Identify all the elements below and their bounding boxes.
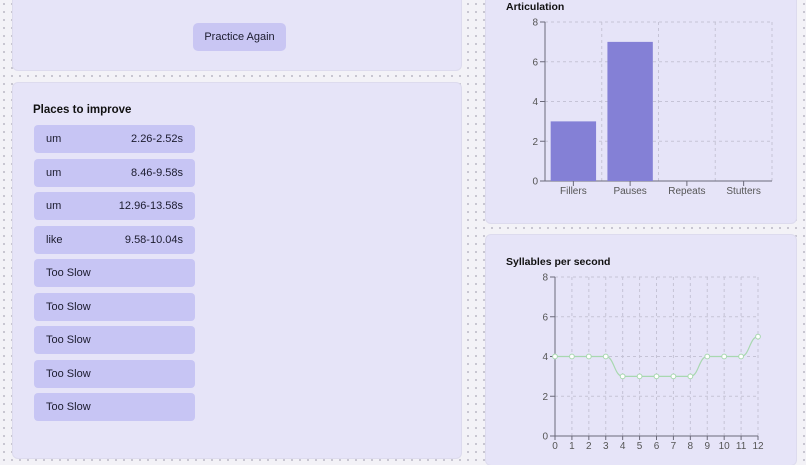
issue-item[interactable]: Too Slow <box>34 393 195 421</box>
issue-time: 12.96-13.58s <box>118 200 183 212</box>
x-category-label: Fillers <box>560 186 587 197</box>
y-tick-label: 8 <box>542 273 548 284</box>
bar-pauses <box>607 41 653 181</box>
issue-word: Too Slow <box>46 267 91 279</box>
x-category-label: Repeats <box>668 186 705 197</box>
issue-word: um <box>46 200 62 212</box>
issue-word: Too Slow <box>46 367 91 380</box>
issue-item[interactable]: um 2.26-2.52s <box>34 125 195 153</box>
y-tick-label: 2 <box>542 392 548 403</box>
issue-item[interactable]: Too Slow <box>34 259 195 287</box>
issue-word: Too Slow <box>46 334 91 346</box>
issue-item[interactable]: um 8.46-9.58s <box>34 158 195 187</box>
data-point <box>552 353 558 360</box>
issue-item[interactable]: Too Slow <box>34 326 195 354</box>
issue-word: um <box>46 133 62 145</box>
issue-word: Too Slow <box>46 300 91 313</box>
issue-time: 8.46-9.58s <box>131 166 183 179</box>
issue-word: um <box>46 166 62 179</box>
issue-time: 2.26-2.52s <box>131 133 183 145</box>
data-point <box>569 353 575 360</box>
data-point <box>602 353 609 360</box>
y-tick-label: 6 <box>532 57 538 68</box>
issue-word: Too Slow <box>46 401 91 413</box>
data-point <box>687 373 694 380</box>
issue-time: 9.58-10.04s <box>124 233 183 246</box>
issue-word: like <box>46 233 63 246</box>
y-tick-label: 4 <box>532 97 538 108</box>
issue-item[interactable]: Too Slow <box>34 292 195 321</box>
issue-list: um 2.26-2.52s um 8.46-9.58s um 12.96-13.58s li… <box>34 125 195 427</box>
summary-card: Practice Again <box>13 0 461 70</box>
y-tick-label: 2 <box>532 137 538 148</box>
issue-item[interactable]: um 12.96-13.58s <box>34 192 195 220</box>
data-point <box>636 373 643 380</box>
data-point <box>704 353 711 360</box>
y-tick-label: 8 <box>532 18 538 29</box>
articulation-card: Articulation 0 2 4 6 8 Fillers Pauses Repeats St… <box>486 0 796 223</box>
data-point <box>653 373 660 380</box>
practice-again-button[interactable]: Practice Again <box>193 23 286 51</box>
data-point <box>721 353 728 360</box>
y-tick-label: 0 <box>542 432 548 443</box>
syllables-card: Syllables per second 0 1 2 3 4 5 6 7 8 9 10 11 12 0 2 4… <box>486 235 796 465</box>
x-category-label: Pauses <box>613 186 646 197</box>
data-point <box>738 353 744 360</box>
data-point <box>670 373 677 380</box>
bar-fillers <box>550 121 597 181</box>
data-point <box>755 333 761 340</box>
places-title: Places to improve <box>33 104 132 116</box>
articulation-chart: 0 2 4 6 8 Fillers Pauses Repeats Stutters <box>532 18 773 197</box>
y-tick-label: 0 <box>532 177 538 188</box>
y-tick-label: 4 <box>542 352 548 363</box>
syllables-chart: 0 1 2 3 4 5 6 7 8 9 10 11 1202468 <box>542 273 764 453</box>
issue-item[interactable]: like 9.58-10.04s <box>34 225 195 254</box>
places-to-improve-card: Places to improve um 2.26-2.52s um 8.46-9.5… <box>13 83 461 458</box>
x-category-label: Stutters <box>726 186 760 197</box>
data-point <box>619 373 626 380</box>
y-tick-label: 6 <box>542 312 548 323</box>
issue-item[interactable]: Too Slow <box>34 359 195 388</box>
data-point <box>585 353 592 360</box>
